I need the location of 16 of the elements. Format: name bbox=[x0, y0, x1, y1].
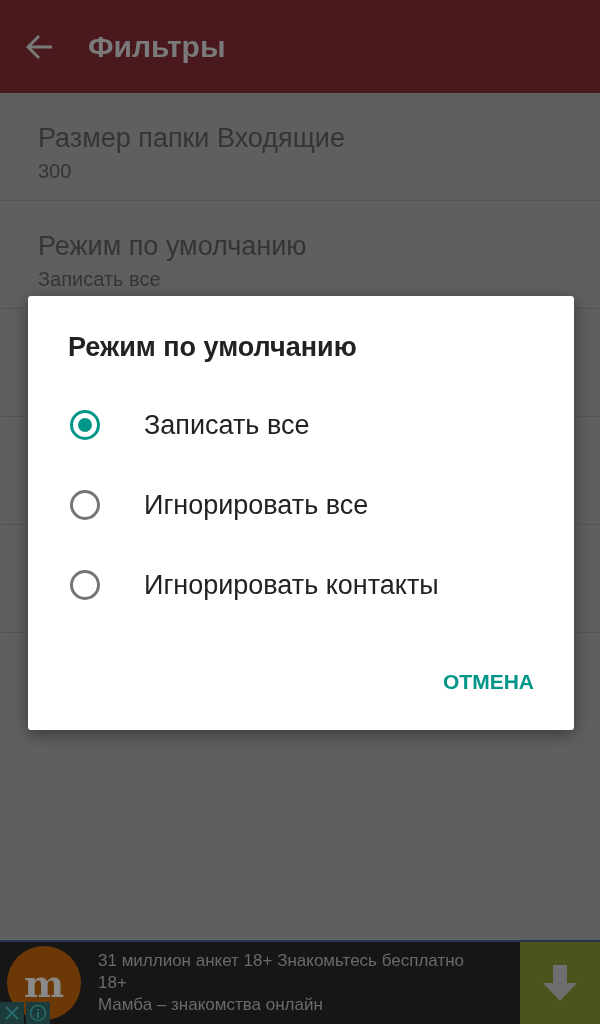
cancel-button[interactable]: ОТМЕНА bbox=[443, 662, 534, 702]
option-label[interactable]: Записать все bbox=[144, 409, 310, 441]
radio-button[interactable] bbox=[70, 570, 100, 600]
close-icon[interactable] bbox=[0, 1002, 24, 1024]
back-arrow-icon[interactable] bbox=[26, 33, 54, 60]
info-icon[interactable] bbox=[26, 1002, 50, 1024]
download-arrow-icon bbox=[543, 965, 577, 1001]
ad-text: 31 миллион анкет 18+ Знакомьтесь бесплатно bbox=[98, 951, 466, 971]
radio-button[interactable] bbox=[70, 410, 100, 440]
dialog-title: Режим по умолчанию bbox=[68, 332, 358, 363]
radio-button[interactable] bbox=[70, 490, 100, 520]
option-label[interactable]: Игнорировать все bbox=[144, 489, 369, 521]
screen-title: Фильтры bbox=[88, 29, 226, 64]
ad-text: Мамба – знакомства онлайн bbox=[98, 995, 324, 1015]
ad-text: 18+ bbox=[98, 973, 128, 993]
option-label[interactable]: Игнорировать контакты bbox=[144, 569, 439, 601]
